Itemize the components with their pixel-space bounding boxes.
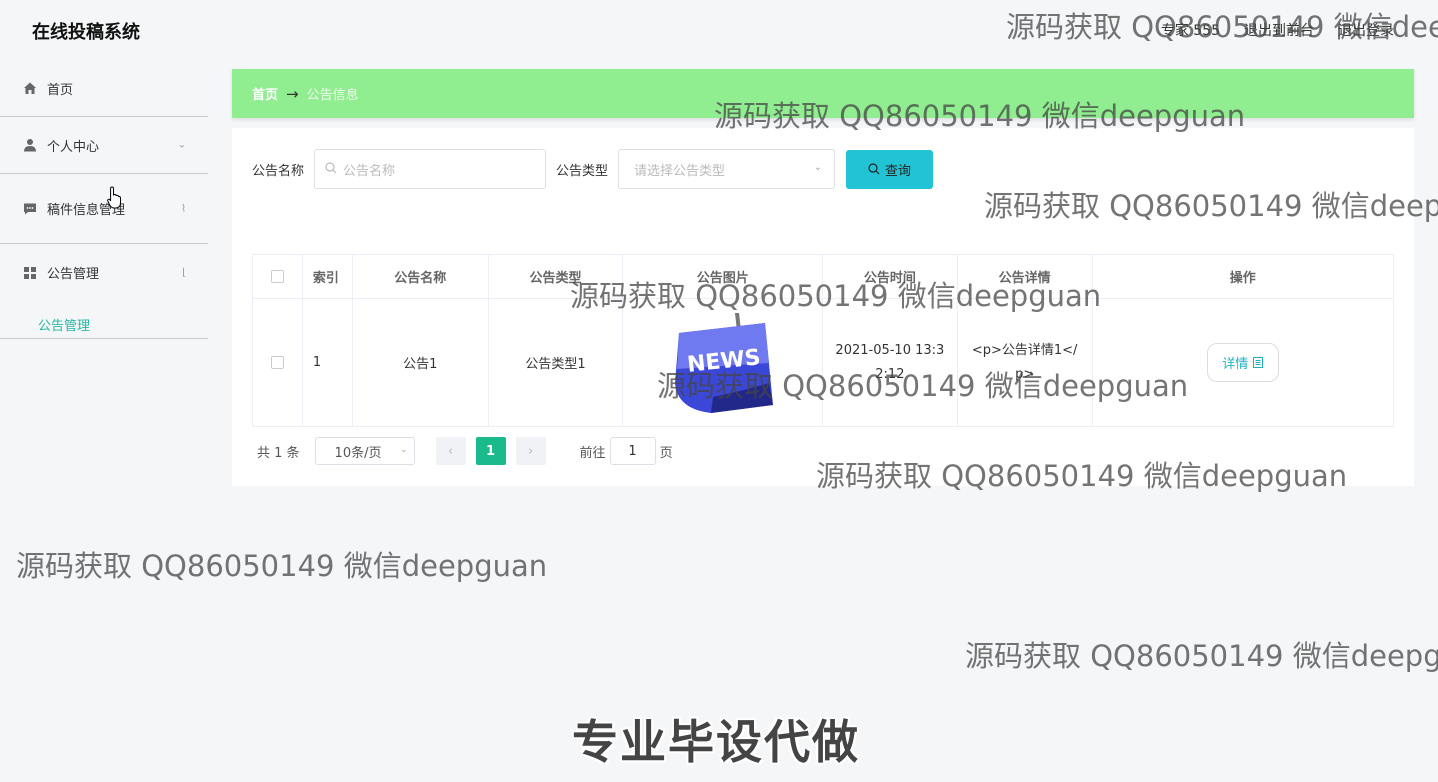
pagination-total: 共 1 条: [257, 445, 300, 461]
col-header-detail[interactable]: 公告详情: [958, 255, 1093, 298]
chevron-up-icon: ⌊: [182, 267, 186, 278]
user-icon: [22, 137, 38, 153]
sidebar-item-label: 个人中心: [47, 139, 100, 155]
grid-icon: [22, 265, 38, 281]
current-user: 专家 555: [1160, 23, 1220, 39]
header-actions: 专家 555 退出到前台 退出登录: [1161, 20, 1394, 40]
watermark-text: 源码获取 QQ86050149 微信deepguan: [965, 639, 1438, 673]
sidebar-item-home[interactable]: 首页: [0, 60, 208, 117]
breadcrumb-current: 公告信息: [306, 88, 359, 103]
chevron-right-icon: ›: [527, 443, 534, 459]
next-page-button[interactable]: ›: [515, 437, 546, 465]
name-search-placeholder: 公告名称: [343, 163, 396, 179]
logout-link[interactable]: 退出登录: [1338, 20, 1394, 40]
watermark-text: 源码获取 QQ86050149 微信deepguan: [16, 549, 548, 583]
page-size-select[interactable]: 10条/页 ⌄: [314, 437, 415, 465]
chevron-down-icon: ⌄: [400, 445, 408, 455]
top-header: 在线投稿系统 专家 555 退出到前台 退出登录: [0, 0, 1438, 60]
search-icon: [868, 163, 880, 175]
search-bar: 公告名称 公告名称 公告类型 请选择公告类型 ⌄ 查询: [252, 149, 934, 189]
sidebar-item-personal-center[interactable]: 个人中心 ⌄: [0, 117, 208, 174]
cell-image: NEWS: [623, 299, 823, 426]
document-icon: [1253, 357, 1264, 368]
type-filter-label: 公告类型: [556, 163, 609, 179]
search-icon: [325, 161, 337, 177]
type-select-placeholder: 请选择公告类型: [634, 163, 726, 179]
detail-button[interactable]: 详情: [1206, 343, 1279, 382]
select-all-cell: [253, 255, 303, 298]
sidebar-item-label: 公告管理: [47, 267, 100, 282]
home-icon: [22, 80, 38, 96]
cell-name: 公告1: [353, 299, 489, 426]
hand-cursor-icon: [107, 186, 121, 209]
goto-label: 前往: [579, 445, 606, 461]
page-suffix: 页: [659, 445, 673, 461]
promo-banner: 专业毕设代做: [572, 715, 860, 769]
chevron-right-icon: ⌇: [181, 203, 186, 214]
main-panel: 公告名称 公告名称 公告类型 请选择公告类型 ⌄ 查询 索引 公告名称 公告类型: [232, 128, 1414, 486]
col-header-index[interactable]: 索引: [303, 255, 353, 298]
select-all-checkbox[interactable]: [270, 270, 284, 283]
type-select[interactable]: 请选择公告类型 ⌄: [618, 149, 836, 189]
chevron-down-icon: ⌄: [813, 162, 823, 173]
breadcrumb: 首页 → 公告信息: [232, 69, 1414, 118]
cell-time: 2021-05-10 13:32:12: [823, 299, 958, 426]
sidebar-subitem-announcement-manage[interactable]: 公告管理: [0, 301, 208, 339]
cell-detail: <p>公告详情1</p>: [958, 299, 1093, 426]
sidebar-item-manuscripts[interactable]: 稿件信息管理 ⌇: [0, 174, 208, 244]
page-size-value: 10条/页: [334, 445, 382, 461]
name-filter-label: 公告名称: [252, 163, 305, 179]
cell-actions: 详情: [1093, 299, 1393, 426]
breadcrumb-home[interactable]: 首页: [252, 84, 278, 103]
message-icon: [22, 201, 38, 217]
back-to-front-link[interactable]: 退出到前台: [1244, 20, 1314, 40]
page-number-button[interactable]: 1: [475, 437, 506, 465]
chevron-left-icon: ‹: [447, 443, 454, 459]
col-header-time[interactable]: 公告时间: [823, 255, 958, 298]
goto-page-input[interactable]: 1: [609, 437, 656, 465]
sidebar: 首页 个人中心 ⌄ 稿件信息管理 ⌇ 公告管理 ⌊ 公告管理: [0, 60, 208, 339]
col-header-name[interactable]: 公告名称: [353, 255, 489, 298]
chevron-down-icon: ⌄: [177, 139, 186, 151]
table-row: 1 公告1 公告类型1 NEWS 2021-05-10 13:32:12 <p>…: [253, 299, 1393, 426]
news-thumbnail: NEWS: [672, 312, 773, 413]
name-search-input[interactable]: 公告名称: [314, 149, 547, 189]
query-button[interactable]: 查询: [846, 149, 934, 189]
cell-type: 公告类型1: [489, 299, 624, 426]
row-checkbox[interactable]: [270, 356, 284, 369]
sidebar-item-announcements[interactable]: 公告管理 ⌊: [0, 244, 208, 301]
app-title: 在线投稿系统: [32, 22, 140, 43]
cell-index: 1: [303, 299, 353, 426]
col-header-image[interactable]: 公告图片: [623, 255, 824, 298]
table-header-row: 索引 公告名称 公告类型 公告图片 公告时间 公告详情 操作: [253, 255, 1393, 299]
prev-page-button[interactable]: ‹: [435, 437, 466, 465]
row-select-cell: [253, 299, 303, 426]
pagination: 共 1 条 10条/页 ⌄ ‹ 1 › 前往 1 页: [257, 437, 673, 465]
arrow-right-icon: →: [286, 84, 299, 103]
col-header-type[interactable]: 公告类型: [489, 255, 624, 298]
col-header-actions: 操作: [1229, 271, 1256, 286]
detail-button-label: 详情: [1222, 356, 1249, 371]
sidebar-item-label: 首页: [47, 82, 74, 98]
announcement-table: 索引 公告名称 公告类型 公告图片 公告时间 公告详情 操作 1 公告1 公告类…: [252, 254, 1394, 427]
query-button-label: 查询: [885, 162, 912, 178]
